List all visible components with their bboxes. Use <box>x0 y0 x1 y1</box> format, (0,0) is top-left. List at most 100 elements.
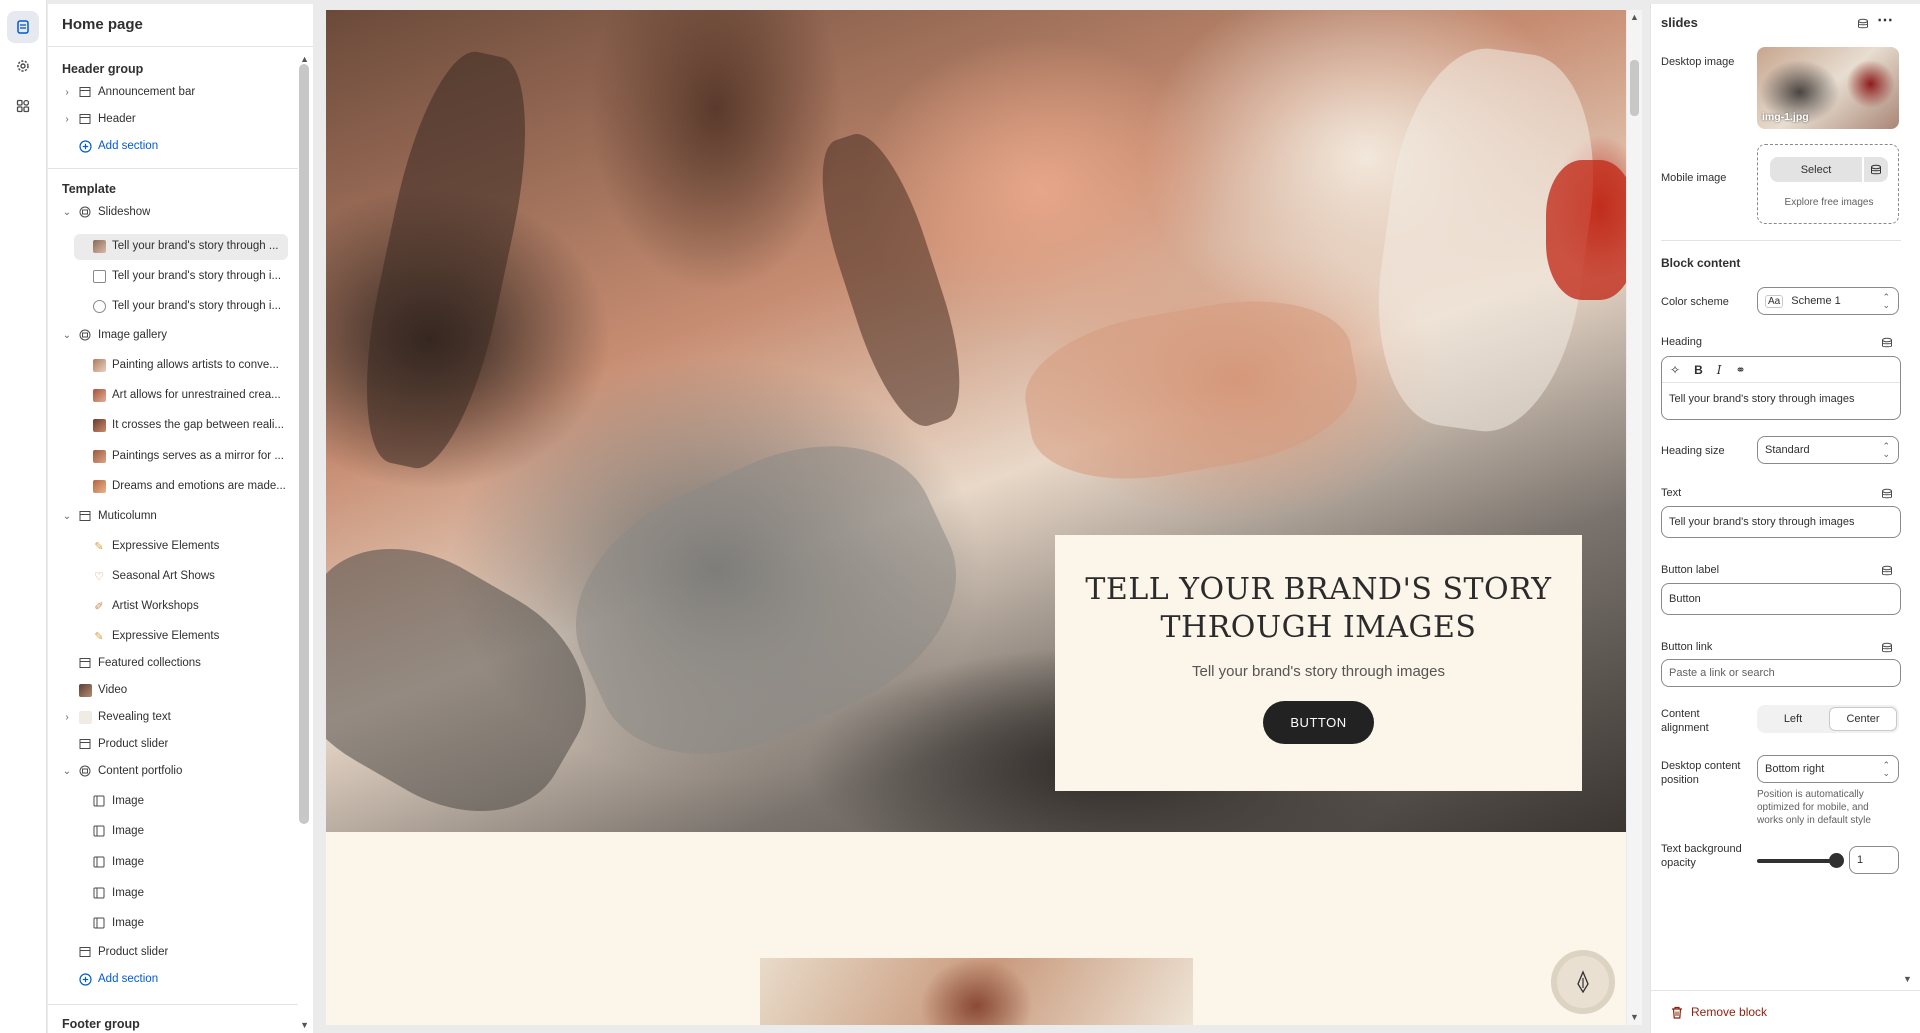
tree-item-gallery-1[interactable]: Painting allows artists to conve... <box>48 352 298 378</box>
add-section-button[interactable]: Add section <box>48 133 298 159</box>
add-section-button-2[interactable]: Add section <box>48 966 298 992</box>
slideshow-hero-image[interactable]: TELL YOUR BRAND'S STORY THROUGH IMAGES T… <box>326 10 1626 832</box>
tree-item-content-portfolio[interactable]: ⌄ Content portfolio <box>48 758 298 784</box>
dynamic-source-icon[interactable] <box>1857 18 1869 30</box>
tree-item-product-slider-2[interactable]: Product slider <box>48 939 298 965</box>
tree-item-portfolio-image-3[interactable]: Image <box>48 849 298 875</box>
tree-item-slide-2[interactable]: Tell your brand's story through i... <box>48 263 298 289</box>
ai-sparkle-icon[interactable]: ✧ <box>1670 363 1680 377</box>
chevron-down-icon[interactable]: ⌄ <box>62 330 72 341</box>
opacity-input[interactable]: 1 <box>1849 846 1899 874</box>
tree-item-featured-collections[interactable]: Featured collections <box>48 650 298 676</box>
hero-heading[interactable]: TELL YOUR BRAND'S STORY THROUGH IMAGES <box>1055 571 1582 647</box>
color-scheme-label: Color scheme <box>1661 296 1729 308</box>
apps-nav-button[interactable] <box>7 90 39 122</box>
text-label: Text <box>1661 487 1682 499</box>
desktop-content-position-select[interactable]: Bottom right ⌃ ⌄ <box>1757 755 1899 783</box>
tree-item-announcement-bar[interactable]: › Announcement bar <box>48 79 298 105</box>
add-section-label: Add section <box>98 973 159 985</box>
image-thumbnail-icon <box>92 388 106 402</box>
button-label-input[interactable]: Button <box>1661 583 1901 615</box>
italic-icon[interactable]: I <box>1717 363 1722 377</box>
chevron-down-icon[interactable]: ⌄ <box>62 511 72 522</box>
tree-item-image-gallery[interactable]: ⌄ Image gallery <box>48 322 298 348</box>
remove-block-button[interactable]: Remove block <box>1671 1005 1767 1019</box>
tree-item-slide-1[interactable]: Tell your brand's story through ... <box>48 233 298 260</box>
hero-heading-line-2: THROUGH IMAGES <box>1160 610 1477 645</box>
bold-icon[interactable]: B <box>1694 363 1703 377</box>
chevron-right-icon[interactable]: › <box>62 712 72 723</box>
scroll-up-icon[interactable]: ▲ <box>300 54 309 64</box>
scroll-down-icon[interactable]: ▼ <box>300 1020 309 1030</box>
scroll-down-icon[interactable]: ▼ <box>1630 1012 1639 1022</box>
button-label-label: Button label <box>1661 564 1720 576</box>
tree-item-portfolio-image-5[interactable]: Image <box>48 910 298 936</box>
dynamic-source-icon[interactable] <box>1881 565 1893 577</box>
desktop-image-picker[interactable]: img-1.jpg <box>1757 47 1899 129</box>
paint-stroke <box>1546 160 1626 300</box>
color-scheme-value: Scheme 1 <box>1791 295 1841 307</box>
link-icon[interactable]: ⚭ <box>1735 363 1745 377</box>
sidebar-scrollbar[interactable] <box>299 64 309 824</box>
tree-item-portfolio-image-2[interactable]: Image <box>48 818 298 844</box>
scroll-thumb[interactable] <box>1630 60 1639 116</box>
chevron-right-icon[interactable]: › <box>62 87 72 98</box>
tree-item-video[interactable]: Video <box>48 677 298 703</box>
tree-item-slide-3[interactable]: Tell your brand's story through i... <box>48 293 298 319</box>
page-title[interactable]: Home page <box>62 16 143 33</box>
dynamic-source-button[interactable] <box>1864 157 1888 182</box>
settings-nav-button[interactable] <box>7 50 39 82</box>
tree-item-product-slider[interactable]: Product slider <box>48 731 298 757</box>
tree-item-column-1[interactable]: ✎ Expressive Elements <box>48 533 298 559</box>
heading-input[interactable]: Tell your brand's story through images <box>1669 393 1855 405</box>
dynamic-source-icon[interactable] <box>1881 488 1893 500</box>
mobile-image-label: Mobile image <box>1661 172 1727 184</box>
tree-item-column-3[interactable]: ✐ Artist Workshops <box>48 593 298 619</box>
opacity-slider-handle[interactable] <box>1829 853 1844 868</box>
heading-size-select[interactable]: Standard ⌃ ⌄ <box>1757 436 1899 464</box>
color-scheme-select[interactable]: Aa Scheme 1 ⌃ ⌄ <box>1757 287 1899 315</box>
tree-item-label: Expressive Elements <box>112 630 220 642</box>
tree-item-gallery-2[interactable]: Art allows for unrestrained crea... <box>48 382 298 408</box>
hero-text-box: TELL YOUR BRAND'S STORY THROUGH IMAGES T… <box>1055 535 1582 791</box>
tree-item-portfolio-image-4[interactable]: Image <box>48 880 298 906</box>
explore-free-images-link[interactable]: Explore free images <box>1758 197 1900 208</box>
more-options-icon[interactable]: ⋯ <box>1877 10 1893 30</box>
opacity-slider-track[interactable] <box>1757 859 1837 863</box>
hero-button[interactable]: BUTTON <box>1263 701 1374 744</box>
next-section-image[interactable] <box>760 958 1193 1025</box>
tree-item-column-4[interactable]: ✎ Expressive Elements <box>48 623 298 649</box>
chevron-down-icon[interactable]: ⌄ <box>62 766 72 777</box>
dynamic-source-icon[interactable] <box>1881 337 1893 349</box>
dynamic-source-icon <box>1871 164 1881 174</box>
section-icon <box>78 945 92 959</box>
tree-item-revealing-text[interactable]: › Revealing text <box>48 704 298 730</box>
scroll-down-icon[interactable]: ▼ <box>1903 974 1912 984</box>
tree-item-multicolumn[interactable]: ⌄ Muticolumn <box>48 503 298 529</box>
select-image-button[interactable]: Select <box>1770 157 1862 182</box>
dynamic-source-icon[interactable] <box>1881 642 1893 654</box>
tree-item-label: Content portfolio <box>98 765 183 777</box>
hero-subheading[interactable]: Tell your brand's story through images <box>1055 663 1582 680</box>
divider <box>1651 990 1920 991</box>
text-input[interactable]: Tell your brand's story through images <box>1661 506 1901 538</box>
tree-item-portfolio-image-1[interactable]: Image <box>48 788 298 814</box>
tree-item-column-2[interactable]: ♡ Seasonal Art Shows <box>48 563 298 589</box>
button-link-input[interactable]: Paste a link or search <box>1661 659 1901 687</box>
tree-item-gallery-3[interactable]: It crosses the gap between reali... <box>48 412 298 438</box>
tree-item-slideshow[interactable]: ⌄ Slideshow <box>48 199 298 225</box>
alignment-left-option[interactable]: Left <box>1759 707 1827 731</box>
mobile-image-picker: Select Explore free images <box>1757 144 1899 224</box>
preview-scrollbar[interactable]: ▲ ▼ <box>1627 10 1642 1025</box>
tree-item-gallery-5[interactable]: Dreams and emotions are made... <box>48 473 298 499</box>
chevron-down-icon[interactable]: ⌄ <box>62 207 72 218</box>
chevron-right-icon[interactable]: › <box>62 114 72 125</box>
tree-item-header[interactable]: › Header <box>48 106 298 132</box>
alignment-center-option[interactable]: Center <box>1829 707 1897 731</box>
sections-nav-button[interactable] <box>7 11 39 43</box>
tree-item-gallery-4[interactable]: Paintings serves as a mirror for ... <box>48 443 298 469</box>
floating-action-button[interactable] <box>1551 950 1615 1014</box>
image-thumbnail-icon <box>92 418 106 432</box>
scroll-up-icon[interactable]: ▲ <box>1630 12 1639 22</box>
slide-thumbnail-icon <box>92 269 106 283</box>
